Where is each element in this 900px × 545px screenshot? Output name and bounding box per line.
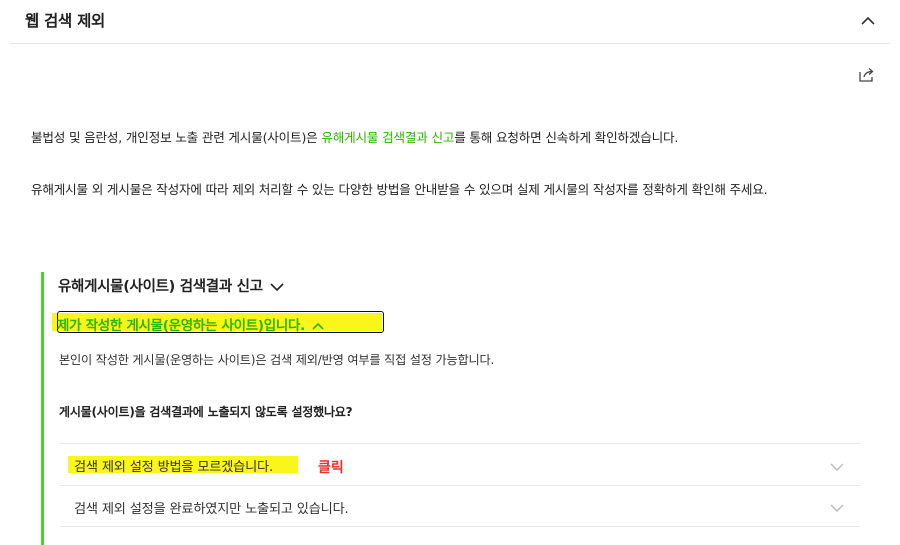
intro-paragraph-2: 유해게시물 외 게시물은 작성자에 따라 제외 처리할 수 있는 다양한 방법을…: [31, 182, 768, 197]
sub-section-title: 제가 작성한 게시물(운영하는 사이트)입니다.: [57, 318, 305, 334]
question-heading: 게시물(사이트)을 검색결과에 노출되지 않도록 설정했나요?: [59, 405, 353, 419]
option-still-exposed[interactable]: 검색 제외 설정을 완료하였지만 노출되고 있습니다.: [74, 498, 349, 517]
chevron-up-icon[interactable]: [857, 10, 879, 32]
harmful-report-link[interactable]: 유해게시물 검색결과 신고: [321, 130, 454, 145]
intro-text: 를 통해 요청하면 신속하게 확인하겠습니다.: [454, 130, 679, 145]
section-toggle[interactable]: 유해게시물(사이트) 검색결과 신고: [58, 275, 285, 296]
divider: [60, 526, 860, 527]
sub-section-description: 본인이 작성한 게시물(운영하는 사이트)은 검색 제외/반영 여부를 직접 설…: [59, 353, 495, 367]
intro-paragraph-1: 불법성 및 음란성, 개인정보 노출 관련 게시물(사이트)은 유해게시물 검색…: [31, 127, 678, 146]
divider: [10, 43, 890, 44]
divider: [60, 443, 860, 444]
page-title: 웹 검색 제외: [25, 12, 105, 30]
option-dont-know[interactable]: 검색 제외 설정 방법을 모르겠습니다.: [74, 456, 273, 475]
chevron-up-icon: [312, 322, 324, 330]
share-icon[interactable]: [857, 65, 877, 85]
section-title: 유해게시물(사이트) 검색결과 신고: [58, 279, 263, 295]
accordion-header[interactable]: 웹 검색 제외: [0, 0, 900, 44]
click-annotation: 클릭: [318, 460, 344, 476]
sub-section-toggle[interactable]: 제가 작성한 게시물(운영하는 사이트)입니다.: [57, 314, 325, 334]
chevron-down-icon[interactable]: [828, 499, 846, 517]
section-accent-bar: [41, 272, 44, 545]
intro-text: 불법성 및 음란성, 개인정보 노출 관련 게시물(사이트)은: [31, 130, 322, 145]
divider: [60, 485, 860, 486]
chevron-down-icon[interactable]: [828, 458, 846, 476]
chevron-down-icon: [270, 283, 284, 292]
